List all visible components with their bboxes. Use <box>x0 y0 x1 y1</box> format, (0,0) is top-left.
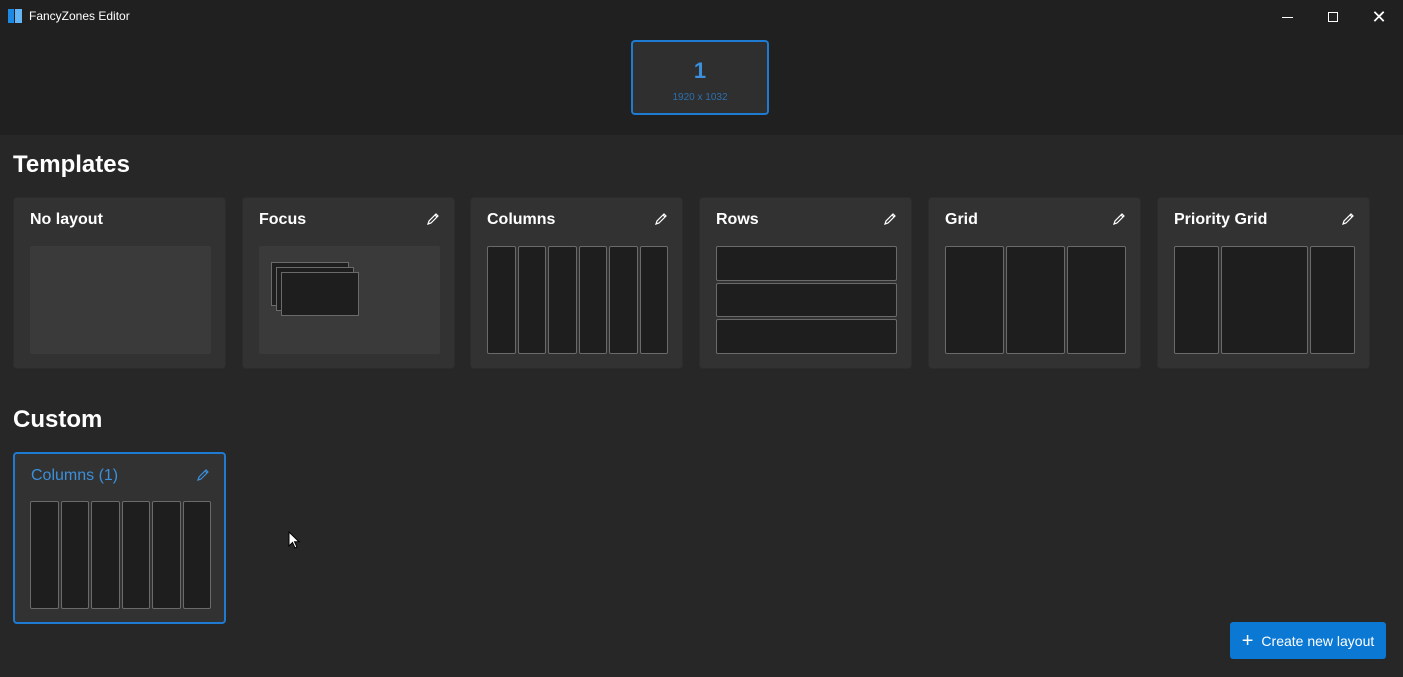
zone <box>30 501 59 609</box>
zone <box>609 246 638 354</box>
layout-preview-rows <box>716 246 897 355</box>
zone <box>716 319 897 355</box>
title-bar: FancyZones Editor ✕ <box>0 0 1403 34</box>
zone <box>487 246 516 354</box>
zone <box>945 246 1004 354</box>
layout-preview-custom-columns <box>30 501 211 609</box>
template-card-rows[interactable]: Rows <box>699 197 912 369</box>
layout-preview-columns <box>487 246 668 354</box>
card-title: Rows <box>716 211 759 228</box>
window-title: FancyZones Editor <box>29 9 130 23</box>
card-title: Priority Grid <box>1174 211 1268 228</box>
templates-heading: Templates <box>13 151 130 178</box>
zone <box>578 246 607 354</box>
zone <box>152 501 181 609</box>
template-card-no-layout[interactable]: No layout <box>13 197 226 369</box>
card-title: No layout <box>30 211 103 228</box>
create-new-layout-label: Create new layout <box>1261 632 1375 649</box>
maximize-icon <box>1328 12 1338 22</box>
zone <box>60 501 89 609</box>
template-card-focus[interactable]: Focus <box>242 197 455 369</box>
layout-preview-focus <box>259 246 440 354</box>
layout-preview-empty <box>30 246 211 354</box>
monitor-1[interactable]: 1 1920 x 1032 <box>631 40 769 115</box>
edit-pencil-icon[interactable] <box>196 468 210 482</box>
card-title: Columns <box>487 211 556 228</box>
card-title: Focus <box>259 211 307 228</box>
zone <box>121 501 150 609</box>
zone <box>1220 246 1309 354</box>
zone <box>182 501 211 609</box>
zone <box>1310 246 1355 354</box>
fancyzones-app-icon <box>8 9 22 23</box>
edit-pencil-icon[interactable] <box>883 212 897 226</box>
card-title: Columns (1) <box>31 467 119 484</box>
zone <box>1174 246 1219 354</box>
plus-icon: + <box>1241 629 1254 652</box>
monitor-number: 1 <box>693 58 707 83</box>
zone <box>548 246 577 354</box>
close-icon: ✕ <box>1371 7 1387 27</box>
zone <box>1067 246 1126 354</box>
zone <box>716 246 897 281</box>
mouse-pointer-icon <box>288 531 301 549</box>
edit-pencil-icon[interactable] <box>1341 212 1355 226</box>
close-button[interactable]: ✕ <box>1356 0 1402 34</box>
zone <box>91 501 120 609</box>
monitor-resolution: 1920 x 1032 <box>672 92 728 103</box>
create-new-layout-button[interactable]: + Create new layout <box>1230 622 1386 659</box>
minimize-icon <box>1281 16 1293 18</box>
zone <box>716 282 897 318</box>
zone <box>639 246 668 354</box>
maximize-button[interactable] <box>1310 0 1356 34</box>
card-title: Grid <box>945 211 978 228</box>
template-card-grid[interactable]: Grid <box>928 197 1141 369</box>
zone <box>517 246 546 354</box>
zone <box>1006 246 1065 354</box>
template-card-columns[interactable]: Columns <box>470 197 683 369</box>
custom-card-columns-1[interactable]: Columns (1) <box>13 452 226 624</box>
layout-preview-grid <box>945 246 1126 354</box>
edit-pencil-icon[interactable] <box>1112 212 1126 226</box>
layout-preview-priority-grid <box>1174 246 1355 354</box>
minimize-button[interactable] <box>1264 0 1310 34</box>
edit-pencil-icon[interactable] <box>654 212 668 226</box>
focus-zone <box>281 272 359 316</box>
custom-heading: Custom <box>13 406 103 433</box>
edit-pencil-icon[interactable] <box>426 212 440 226</box>
template-card-priority-grid[interactable]: Priority Grid <box>1157 197 1370 369</box>
